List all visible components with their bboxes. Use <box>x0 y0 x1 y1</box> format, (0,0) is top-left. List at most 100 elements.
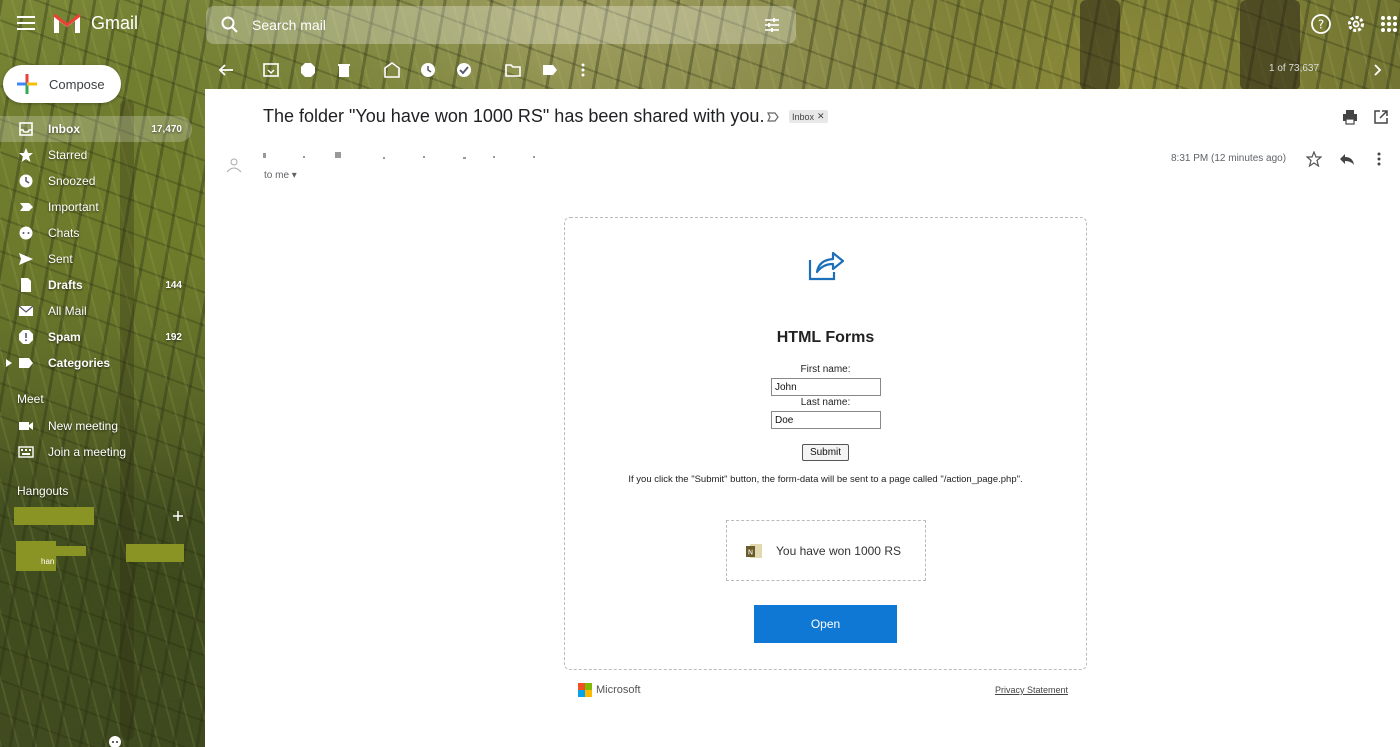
sidebar-item-label: Sent <box>48 252 73 266</box>
clock-icon <box>19 174 33 188</box>
mail-icon <box>18 305 34 316</box>
sidebar-item-chats[interactable]: Chats <box>0 220 205 246</box>
unread-count: 17,470 <box>151 123 182 135</box>
sidebar-item-inbox[interactable]: Inbox 17,470 <box>0 116 192 142</box>
snooze-icon[interactable] <box>419 61 437 79</box>
folder-list: Inbox 17,470 Starred Snoozed Important C… <box>0 116 205 376</box>
hangout-contact-redacted[interactable] <box>14 507 94 525</box>
add-to-tasks-icon[interactable] <box>455 61 473 79</box>
open-button[interactable]: Open <box>754 605 897 643</box>
phishing-email-body-card: HTML Forms First name: Last name: Submit… <box>564 217 1087 670</box>
submit-button[interactable]: Submit <box>802 444 849 461</box>
main-menu-button[interactable] <box>14 12 38 36</box>
first-name-input[interactable] <box>771 378 881 396</box>
gmail-logo[interactable]: Gmail <box>52 11 138 35</box>
video-icon <box>19 422 33 430</box>
next-message-icon[interactable] <box>1369 61 1387 79</box>
privacy-statement-link[interactable]: Privacy Statement <box>995 685 1068 695</box>
onenote-file-icon: N <box>746 543 762 558</box>
email-subject: The folder "You have won 1000 RS" has be… <box>263 106 765 126</box>
chip-label: Inbox <box>792 111 815 122</box>
microsoft-squares-icon <box>578 683 592 697</box>
more-options-icon[interactable] <box>574 61 592 79</box>
last-name-input[interactable] <box>771 411 881 429</box>
sidebar-item-label: Spam <box>48 330 81 344</box>
help-icon[interactable]: ? <box>1310 13 1332 35</box>
star-message-icon[interactable] <box>1306 151 1322 167</box>
delete-icon[interactable] <box>335 61 353 79</box>
sidebar-item-label: Drafts <box>48 278 83 292</box>
form-title: HTML Forms <box>776 329 875 346</box>
sidebar-item-label: Categories <box>48 356 111 370</box>
star-icon <box>19 148 33 162</box>
sidebar-item-categories[interactable]: Categories <box>0 350 205 376</box>
expand-arrow-icon[interactable] <box>6 359 12 367</box>
reply-icon[interactable] <box>1339 151 1355 167</box>
sidebar-item-new-meeting[interactable]: New meeting <box>0 413 205 439</box>
sidebar-item-label: Chats <box>48 226 80 240</box>
search-icon[interactable] <box>220 15 240 35</box>
hangout-contact-redacted <box>126 544 184 562</box>
inbox-label-chip: Inbox ✕ <box>789 110 828 123</box>
sender-name-redacted[interactable] <box>263 151 553 161</box>
recipient-text: to me <box>264 170 290 181</box>
mark-unread-icon[interactable] <box>383 61 401 79</box>
sidebar-item-sent[interactable]: Sent <box>0 246 205 272</box>
back-arrow-icon[interactable] <box>217 61 235 79</box>
hangouts-section-title: Hangouts <box>17 484 69 498</box>
open-in-new-window-icon[interactable] <box>1373 109 1389 125</box>
remove-label-icon[interactable]: ✕ <box>817 111 825 122</box>
sidebar-item-drafts[interactable]: Drafts 144 <box>0 272 205 298</box>
search-input[interactable] <box>252 17 732 33</box>
hangout-contact-name: han <box>41 557 55 566</box>
last-name-label: Last name: <box>800 397 851 408</box>
add-hangout-icon[interactable] <box>172 510 184 522</box>
sender-avatar[interactable] <box>223 154 245 176</box>
meet-section-title: Meet <box>17 392 44 406</box>
search-options-icon[interactable] <box>762 15 782 35</box>
draft-count: 144 <box>165 279 182 291</box>
sidebar-item-label: Inbox <box>48 122 80 136</box>
share-folder-icon <box>808 251 845 281</box>
pagination-text: 1 of 73,637 <box>1269 63 1320 74</box>
keyboard-icon <box>18 446 34 458</box>
brand-name: Microsoft <box>596 684 641 696</box>
first-name-label: First name: <box>800 364 851 375</box>
recipient-details-toggle[interactable]: to me ▾ <box>264 170 297 181</box>
important-icon <box>20 203 33 211</box>
importance-marker-icon[interactable] <box>766 110 780 124</box>
shared-file-name: You have won 1000 RS <box>776 543 901 558</box>
sidebar-item-all-mail[interactable]: All Mail <box>0 298 205 324</box>
sidebar-item-spam[interactable]: Spam 192 <box>0 324 205 350</box>
move-to-icon[interactable] <box>504 61 522 79</box>
compose-button[interactable]: Compose <box>3 65 121 103</box>
archive-icon[interactable] <box>262 61 280 79</box>
labels-icon[interactable] <box>541 61 559 79</box>
message-toolbar: 1 of 73,637 <box>205 52 1400 88</box>
svg-text:?: ? <box>1318 18 1324 32</box>
sidebar-item-starred[interactable]: Starred <box>0 142 205 168</box>
print-icon[interactable] <box>1342 109 1358 125</box>
search-box[interactable] <box>206 6 796 44</box>
microsoft-logo: Microsoft <box>578 683 641 697</box>
sidebar-item-important[interactable]: Important <box>0 194 205 220</box>
sidebar-item-join-meeting[interactable]: Join a meeting <box>0 439 205 465</box>
spam-icon <box>19 330 33 344</box>
top-bar: Gmail ? <box>0 0 1400 48</box>
draft-icon <box>21 278 31 292</box>
chevron-down-icon: ▾ <box>291 170 297 181</box>
apps-grid-icon[interactable] <box>1378 13 1400 35</box>
settings-gear-icon[interactable] <box>1345 13 1367 35</box>
compose-plus-icon <box>17 74 37 94</box>
hangout-contact-redacted[interactable] <box>16 541 56 571</box>
sidebar-item-snoozed[interactable]: Snoozed <box>0 168 205 194</box>
send-icon <box>19 253 33 265</box>
sidebar-item-label: Snoozed <box>48 174 96 188</box>
hangouts-status-icon[interactable] <box>108 735 122 747</box>
sidebar-item-label: Join a meeting <box>48 445 127 459</box>
report-spam-icon[interactable] <box>299 61 317 79</box>
shared-file-link[interactable]: N You have won 1000 RS <box>726 520 926 581</box>
hangout-contact-redacted <box>56 546 86 556</box>
message-more-icon[interactable] <box>1371 151 1387 167</box>
inbox-icon <box>19 122 33 136</box>
